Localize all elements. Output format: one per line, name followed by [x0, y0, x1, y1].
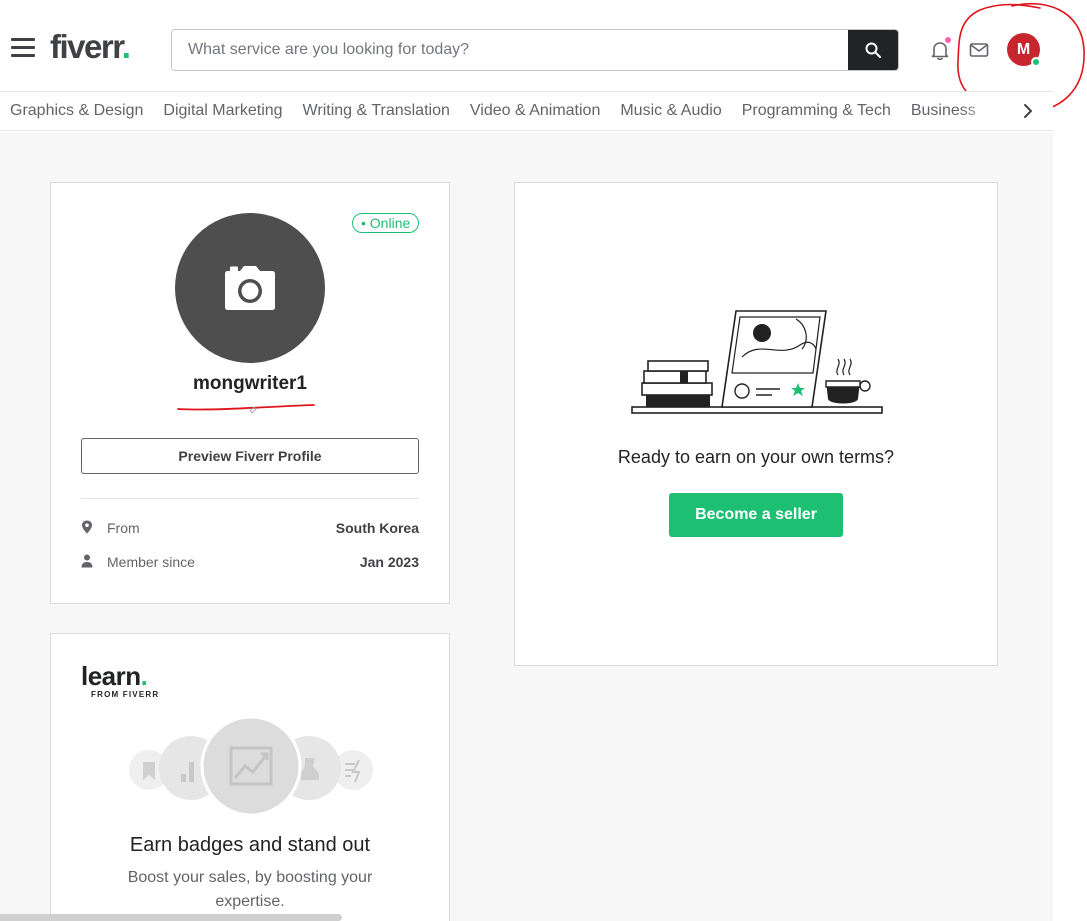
become-seller-card: Ready to earn on your own terms? Become … — [514, 182, 998, 666]
category-fade — [960, 92, 1020, 130]
badges-illustration — [129, 718, 373, 817]
avatar-online-status — [1031, 57, 1041, 67]
member-since-value: Jan 2023 — [359, 554, 419, 570]
info-row-member-since: Member since Jan 2023 — [81, 552, 419, 572]
from-value: South Korea — [335, 520, 419, 536]
category-digital-marketing[interactable]: Digital Marketing — [163, 92, 282, 130]
info-row-from: From South Korea — [81, 518, 419, 538]
site-header: fiverr. M — [0, 0, 1087, 113]
profile-card: • Online mongwriter1 Preview Fiverr Prof… — [50, 182, 450, 604]
category-video-animation[interactable]: Video & Animation — [470, 92, 600, 130]
preview-profile-button[interactable]: Preview Fiverr Profile — [81, 438, 419, 474]
workspace-illustration — [631, 310, 883, 414]
notification-dot — [945, 37, 951, 43]
category-nav: Graphics & Design Digital Marketing Writ… — [0, 91, 1053, 131]
learn-logo-sub: FROM FIVERR — [91, 690, 160, 699]
category-writing-translation[interactable]: Writing & Translation — [303, 92, 450, 130]
learn-title: Earn badges and stand out — [129, 834, 371, 856]
main-content: • Online mongwriter1 Preview Fiverr Prof… — [0, 132, 1053, 921]
become-seller-button[interactable]: Become a seller — [669, 493, 843, 537]
logo-dot: . — [121, 28, 131, 65]
learn-logo-dot: . — [140, 661, 148, 691]
fiverr-logo[interactable]: fiverr. — [50, 28, 131, 66]
profile-divider — [81, 498, 419, 499]
learn-from-fiverr-logo: learn. FROM FIVERR — [81, 662, 159, 699]
profile-photo-upload[interactable] — [175, 213, 325, 363]
online-status-badge: • Online — [352, 213, 420, 233]
logo-text: fiverr — [50, 28, 123, 65]
search-icon — [865, 42, 881, 58]
category-programming-tech[interactable]: Programming & Tech — [742, 92, 891, 130]
seller-title: Ready to earn on your own terms? — [617, 447, 895, 467]
hamburger-menu-icon[interactable] — [11, 38, 35, 58]
search-button[interactable] — [848, 30, 898, 70]
profile-username: mongwriter1 — [192, 373, 308, 394]
location-pin-icon — [82, 520, 92, 534]
from-label: From — [107, 520, 140, 536]
category-music-audio[interactable]: Music & Audio — [620, 92, 721, 130]
category-graphics-design[interactable]: Graphics & Design — [10, 92, 143, 130]
user-icon — [81, 554, 93, 568]
search-bar — [171, 29, 899, 71]
messages-icon[interactable] — [967, 38, 991, 62]
member-since-label: Member since — [107, 554, 195, 570]
camera-icon — [225, 266, 275, 310]
horizontal-scrollbar[interactable] — [0, 914, 342, 921]
chevron-right-icon[interactable] — [1018, 100, 1038, 122]
learn-card: learn. FROM FIVERR Earn badges and stand… — [50, 633, 450, 921]
learn-description: Boost your sales, by boosting your exper… — [127, 869, 373, 910]
learn-logo-word: learn — [81, 661, 141, 691]
search-input[interactable] — [172, 30, 848, 70]
red-underline-annotation — [177, 404, 315, 414]
